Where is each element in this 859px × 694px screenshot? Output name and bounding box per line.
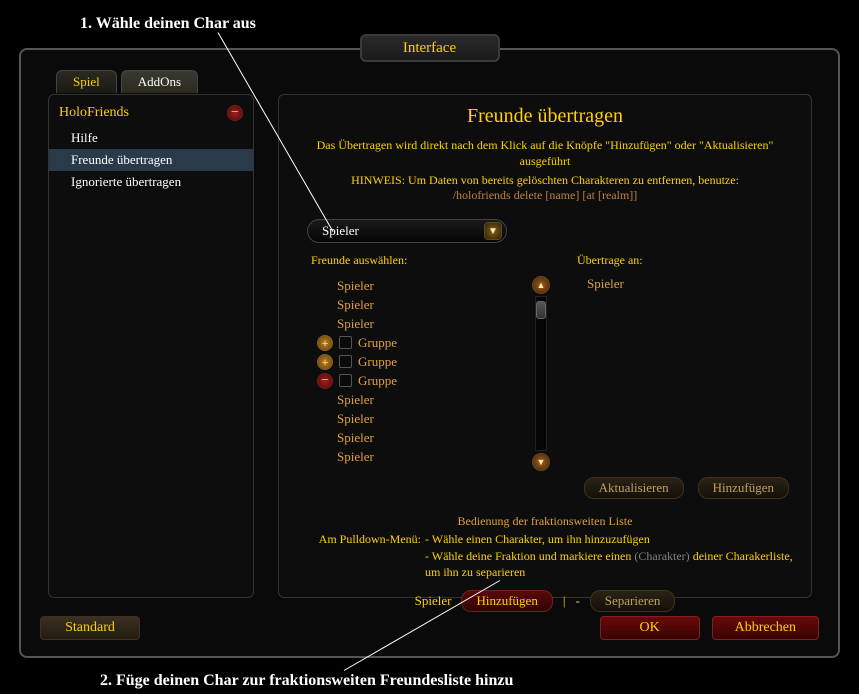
chevron-down-icon: ▼: [484, 222, 502, 240]
window-title: Interface: [360, 34, 500, 62]
player-name: Spieler: [337, 392, 374, 408]
ok-button[interactable]: OK: [600, 616, 700, 640]
cancel-button[interactable]: Abbrechen: [712, 616, 819, 640]
refresh-button[interactable]: Aktualisieren: [584, 477, 684, 499]
character-dropdown[interactable]: Spieler ▼: [307, 219, 507, 243]
group-name: Gruppe: [358, 335, 397, 351]
sidebar-item-transfer-friends[interactable]: Freunde übertragen: [49, 149, 253, 171]
separator-dash: -: [575, 593, 579, 609]
friend-list: Spieler Spieler Spieler + Gruppe + Grupp…: [297, 276, 527, 471]
player-name: Spieler: [337, 411, 374, 427]
sidebar-item-help[interactable]: Hilfe: [49, 127, 253, 149]
expand-plus-icon[interactable]: +: [317, 354, 333, 370]
player-label: Spieler: [415, 593, 452, 609]
instruction-line1: - Wähle einen Charakter, um ihn hinzuzuf…: [425, 531, 793, 547]
scroll-thumb[interactable]: [536, 301, 546, 319]
target-player[interactable]: Spieler: [547, 276, 793, 292]
scroll-down-button[interactable]: ▼: [532, 453, 550, 471]
sidebar: HoloFriends − Hilfe Freunde übertragen I…: [48, 94, 254, 598]
player-name: Spieler: [337, 297, 374, 313]
instructions: Bedienung der fraktionsweiten Liste Am P…: [297, 513, 793, 580]
separator: |: [563, 593, 566, 609]
list-item-group[interactable]: − Gruppe: [297, 371, 527, 390]
list-item[interactable]: Spieler: [297, 276, 527, 295]
player-name: Spieler: [337, 449, 374, 465]
content-title: Freunde übertragen: [297, 105, 793, 128]
group-name: Gruppe: [358, 373, 397, 389]
dropdown-value: Spieler: [322, 223, 359, 239]
list-item[interactable]: Spieler: [297, 390, 527, 409]
scroll-track[interactable]: [535, 296, 547, 451]
player-name: Spieler: [337, 430, 374, 446]
tab-addons[interactable]: AddOns: [121, 70, 198, 93]
sidebar-addon-name: HoloFriends: [59, 105, 129, 121]
sidebar-item-transfer-ignored[interactable]: Ignorierte übertragen: [49, 171, 253, 193]
content-description: Das Übertragen wird direkt nach dem Klic…: [297, 138, 793, 169]
player-name: Spieler: [337, 316, 374, 332]
list-item[interactable]: Spieler: [297, 428, 527, 447]
instr-placeholder: (Charakter): [634, 549, 689, 563]
pulldown-label: Am Pulldown-Menü:: [297, 531, 425, 547]
scrollbar: ▲ ▼: [531, 276, 551, 471]
expand-plus-icon[interactable]: +: [317, 335, 333, 351]
select-friends-label: Freunde auswählen:: [297, 253, 527, 268]
content-hint: HINWEIS: Um Daten von bereits gelöschten…: [297, 173, 793, 203]
instr-text: - Wähle deine Fraktion und markiere eine…: [425, 549, 634, 563]
tab-game[interactable]: Spiel: [56, 70, 117, 93]
collapse-icon[interactable]: −: [227, 105, 243, 121]
player-name: Spieler: [337, 278, 374, 294]
transfer-to-label: Übertrage an:: [547, 253, 793, 268]
annotation-bottom: 2. Füge deinen Char zur fraktionsweiten …: [100, 672, 513, 690]
group-checkbox[interactable]: [339, 336, 352, 349]
group-name: Gruppe: [358, 354, 397, 370]
group-checkbox[interactable]: [339, 374, 352, 387]
hint-label: HINWEIS: Um Daten von bereits gelöschten…: [351, 173, 739, 187]
group-checkbox[interactable]: [339, 355, 352, 368]
list-item[interactable]: Spieler: [297, 447, 527, 466]
defaults-button[interactable]: Standard: [40, 616, 140, 640]
expand-minus-icon[interactable]: −: [317, 373, 333, 389]
scroll-up-button[interactable]: ▲: [532, 276, 550, 294]
instruction-line2: - Wähle deine Fraktion und markiere eine…: [425, 548, 793, 580]
separate-button[interactable]: Separieren: [590, 590, 676, 612]
list-item[interactable]: Spieler: [297, 314, 527, 333]
instructions-title: Bedienung der fraktionsweiten Liste: [297, 513, 793, 529]
add-button[interactable]: Hinzufügen: [698, 477, 789, 499]
hint-command: /holofriends delete [name] [at [realm]]: [453, 188, 638, 202]
list-item[interactable]: Spieler: [297, 409, 527, 428]
list-item[interactable]: Spieler: [297, 295, 527, 314]
list-item-group[interactable]: + Gruppe: [297, 333, 527, 352]
annotation-top: 1. Wähle deinen Char aus: [80, 15, 256, 33]
list-item-group[interactable]: + Gruppe: [297, 352, 527, 371]
content-panel: Freunde übertragen Das Übertragen wird d…: [278, 94, 812, 598]
